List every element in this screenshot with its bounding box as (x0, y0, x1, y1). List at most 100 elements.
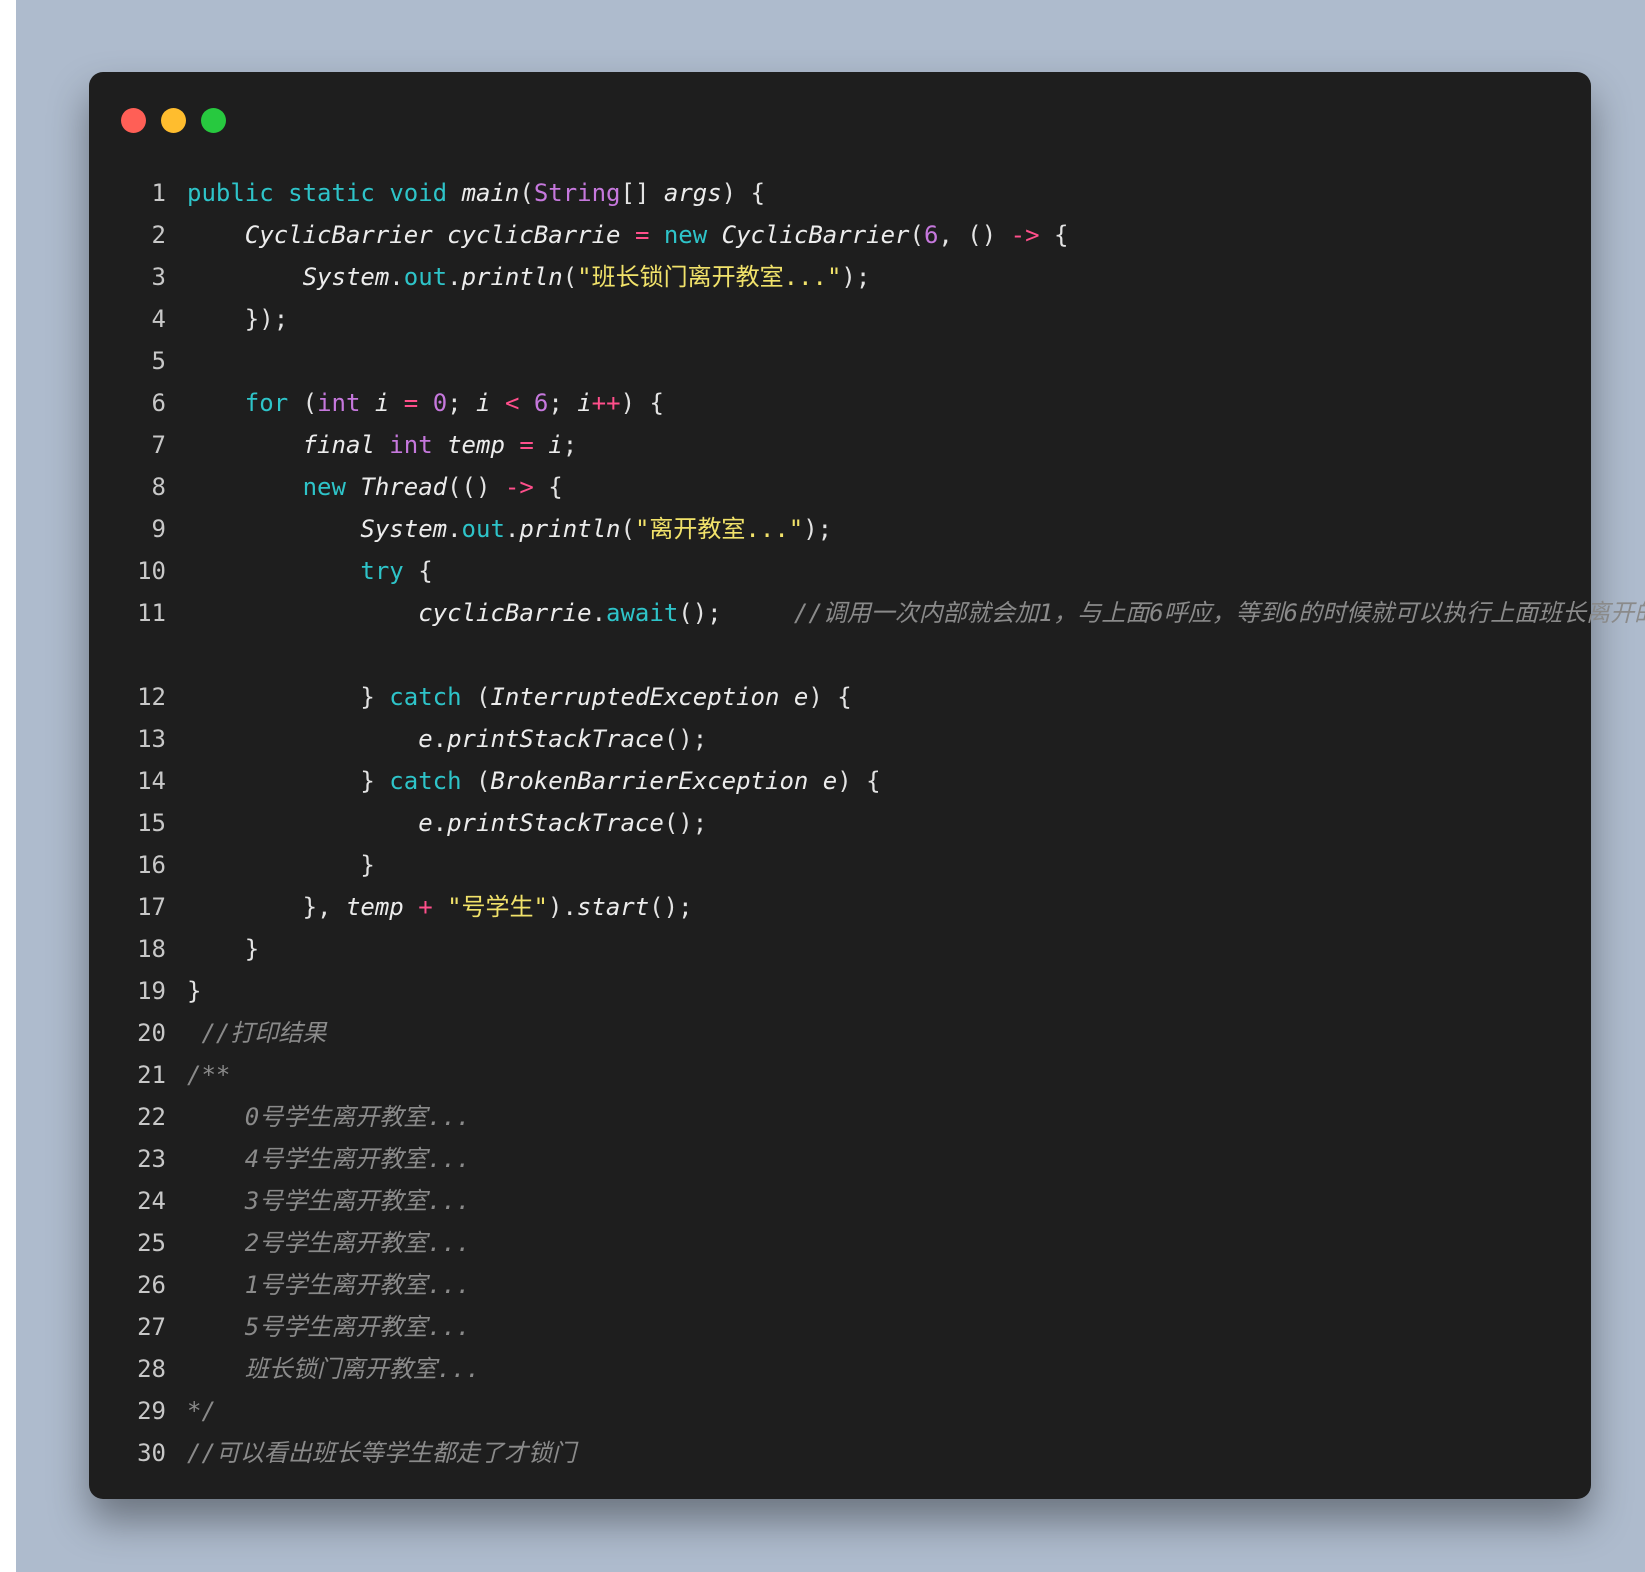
minimize-dot-icon[interactable] (161, 108, 186, 133)
line-number: 16 (137, 851, 166, 879)
line-number: 25 (137, 1229, 166, 1257)
code-line: 8 new Thread(() -> { (89, 466, 1591, 508)
line-code: //可以看出班长等学生都走了才锁门 (187, 1432, 576, 1474)
code-token: < (504, 389, 520, 417)
line-number: 26 (137, 1271, 166, 1299)
code-token: 0号学生离开教室... (187, 1103, 471, 1131)
code-token: = (519, 431, 534, 459)
code-token: 3号学生离开教室... (187, 1187, 471, 1215)
code-token: printStackTrace (447, 809, 664, 837)
code-token: . (432, 809, 448, 837)
code-token: } (187, 767, 390, 795)
code-token: . (591, 599, 607, 627)
code-line: 16 } (89, 844, 1591, 886)
code-token: + (418, 893, 433, 921)
line-number: 2 (151, 221, 166, 249)
line-number: 3 (151, 263, 166, 291)
line-number: 19 (137, 977, 166, 1005)
code-token: ; (548, 389, 578, 417)
code-line: 12 } catch (InterruptedException e) { (89, 676, 1591, 718)
code-token: catch (389, 683, 462, 711)
code-token: e (418, 725, 433, 753)
line-code: System.out.println("班长锁门离开教室..."); (187, 256, 871, 298)
code-token: start (576, 893, 650, 921)
code-token: (); (663, 725, 708, 753)
line-number: 7 (151, 431, 166, 459)
line-number: 15 (137, 809, 166, 837)
code-line: 5 (89, 340, 1591, 382)
code-token: //打印结果 (187, 1019, 327, 1047)
code-token: i (476, 389, 491, 417)
code-token: //调用一次内部就会加1，与上面6呼应，等到6的时候就可以执行上面班长离开的方法 (793, 599, 1645, 627)
code-token: //可以看出班长等学生都走了才锁门 (187, 1439, 576, 1467)
code-line: 15 e.printStackTrace(); (89, 802, 1591, 844)
code-token: [] (620, 179, 664, 207)
code-token: void (389, 179, 448, 207)
code-token: ++ (591, 389, 621, 417)
code-line: 20 //打印结果 (89, 1012, 1591, 1054)
code-token: cyclicBarrie (447, 221, 621, 249)
code-token: int (389, 431, 433, 459)
line-number: 11 (137, 599, 166, 627)
code-token: ( (909, 221, 924, 249)
code-token: await (606, 599, 679, 627)
line-code: try { (187, 550, 433, 592)
code-token: . (432, 725, 448, 753)
code-token: new (663, 221, 708, 249)
code-token: 班长锁门离开教室... (187, 1355, 481, 1383)
code-line: 14 } catch (BrokenBarrierException e) { (89, 760, 1591, 802)
code-token: int (317, 389, 361, 417)
line-code: e.printStackTrace(); (187, 802, 707, 844)
code-line: 21 /** (89, 1054, 1591, 1096)
line-code: //打印结果 (187, 1012, 326, 1054)
code-token: (); (663, 809, 708, 837)
line-code: e.printStackTrace(); (187, 718, 707, 760)
line-code: for (int i = 0; i < 6; i++) { (187, 382, 664, 424)
code-token: } (187, 977, 202, 1005)
code-block: 1 public static void main(String[] args) … (89, 172, 1645, 1474)
code-token: new (302, 473, 346, 501)
line-number: 14 (137, 767, 166, 795)
code-token: i (577, 389, 592, 417)
code-token: { (403, 557, 433, 585)
line-code: */ (187, 1390, 216, 1432)
line-number: 22 (137, 1103, 166, 1131)
close-dot-icon[interactable] (121, 108, 146, 133)
zoom-dot-icon[interactable] (201, 108, 226, 133)
code-token: */ (187, 1397, 216, 1425)
code-token: catch (389, 767, 462, 795)
code-token: temp (345, 893, 404, 921)
code-token: e (822, 767, 838, 795)
code-token: } (187, 935, 260, 963)
code-line: 10 try { (89, 550, 1591, 592)
code-token: 2号学生离开教室... (187, 1229, 471, 1257)
code-token: public (187, 179, 274, 207)
code-line: 11 cyclicBarrie.await(); //调用一次内部就会加1，与上… (89, 592, 1645, 676)
line-number: 27 (137, 1313, 166, 1341)
code-line: 30 //可以看出班长等学生都走了才锁门 (89, 1432, 1591, 1474)
code-token: System (360, 515, 448, 543)
line-number: 10 (137, 557, 166, 585)
code-token: e (418, 809, 433, 837)
code-token: "离开教室..." (634, 515, 804, 543)
code-token: final (302, 431, 375, 459)
line-code: final int temp = i; (187, 424, 578, 466)
line-code: 1号学生离开教室... (187, 1264, 471, 1306)
code-token: . (447, 515, 462, 543)
code-token: CyclicBarrier (721, 221, 910, 249)
code-token: ). (548, 893, 577, 921)
line-code: } catch (BrokenBarrierException e) { (187, 760, 880, 802)
code-token: InterruptedException (490, 683, 780, 711)
code-token: i (548, 431, 563, 459)
